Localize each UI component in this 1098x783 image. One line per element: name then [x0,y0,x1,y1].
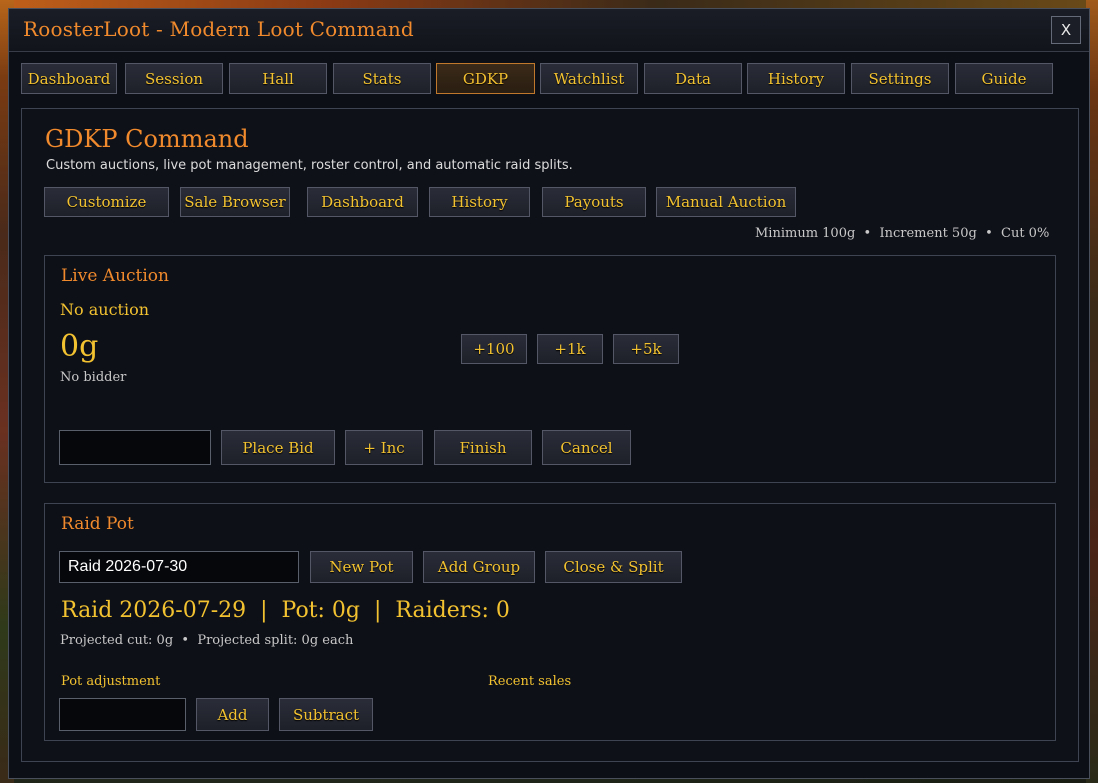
page-title: GDKP Command [45,125,249,153]
current-bidder: No bidder [60,370,127,385]
auction-item-name: No auction [60,300,150,319]
dashboard-button[interactable]: Dashboard [307,187,418,217]
place-bid-button[interactable]: Place Bid [221,430,335,465]
tab-guide[interactable]: Guide [955,63,1053,94]
pot-adjustment-input[interactable] [59,698,186,731]
sale-browser-button[interactable]: Sale Browser [180,187,290,217]
quick-bid-100-button[interactable]: +100 [461,334,527,364]
tab-hall[interactable]: Hall [229,63,327,94]
manual-auction-button[interactable]: Manual Auction [656,187,796,217]
pot-subtract-button[interactable]: Subtract [279,698,373,731]
tab-session[interactable]: Session [125,63,223,94]
add-group-button[interactable]: Add Group [423,551,535,583]
tab-dashboard[interactable]: Dashboard [21,63,117,94]
pot-name-input[interactable]: Raid 2026-07-30 [59,551,299,583]
finish-auction-button[interactable]: Finish [434,430,532,465]
tab-data[interactable]: Data [644,63,742,94]
current-bid-amount: 0g [60,329,99,364]
tab-history[interactable]: History [747,63,845,94]
game-world-background-top [0,0,1098,8]
tab-settings[interactable]: Settings [851,63,949,94]
pot-adjustment-label: Pot adjustment [61,674,161,689]
live-auction-title: Live Auction [61,266,169,286]
close-button[interactable]: X [1051,16,1081,44]
tab-gdkp[interactable]: GDKP [436,63,535,94]
payouts-button[interactable]: Payouts [542,187,646,217]
roosterloot-window: RoosterLoot - Modern Loot Command X Dash… [8,8,1090,779]
close-split-button[interactable]: Close & Split [545,551,682,583]
new-pot-button[interactable]: New Pot [310,551,413,583]
tab-stats[interactable]: Stats [333,63,431,94]
pot-projection: Projected cut: 0g • Projected split: 0g … [60,633,354,648]
quick-bid-1k-button[interactable]: +1k [537,334,603,364]
title-bar[interactable]: RoosterLoot - Modern Loot Command X [9,9,1089,52]
cancel-auction-button[interactable]: Cancel [542,430,631,465]
auction-rules-text: Minimum 100g • Increment 50g • Cut 0% [755,226,1050,241]
pot-summary: Raid 2026-07-29 | Pot: 0g | Raiders: 0 [61,598,510,623]
customize-button[interactable]: Customize [44,187,169,217]
bid-amount-input[interactable] [59,430,211,465]
window-title: RoosterLoot - Modern Loot Command [23,17,414,41]
raid-pot-title: Raid Pot [61,514,134,534]
increment-bid-button[interactable]: + Inc [345,430,423,465]
recent-sales-label: Recent sales [488,674,572,689]
tab-watchlist[interactable]: Watchlist [540,63,638,94]
history-button[interactable]: History [429,187,530,217]
pot-add-button[interactable]: Add [196,698,269,731]
quick-bid-5k-button[interactable]: +5k [613,334,679,364]
page-subtitle: Custom auctions, live pot management, ro… [46,158,573,173]
